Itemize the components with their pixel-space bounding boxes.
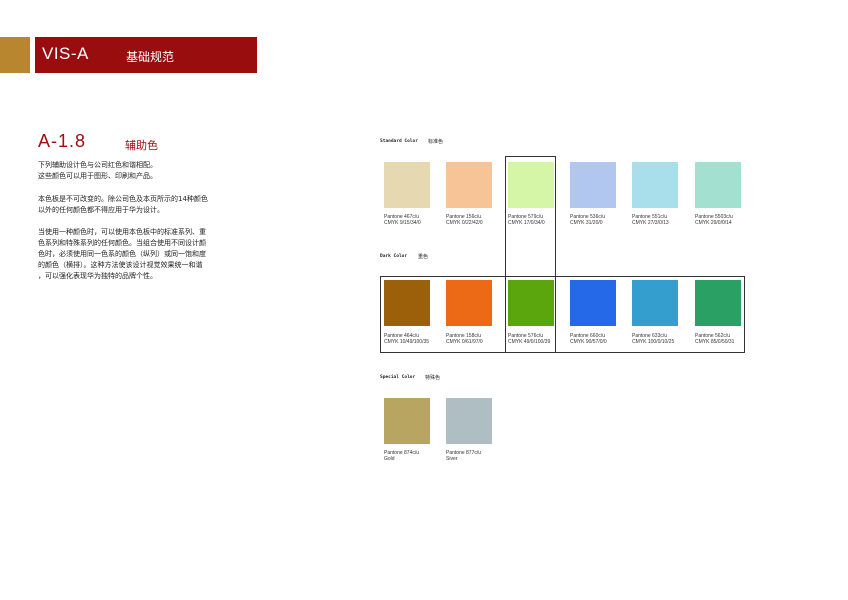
color-spec: CMYK 85/0/50/31 (695, 339, 735, 345)
dark-swatch-1 (384, 280, 430, 326)
standard-swatch-1 (384, 162, 430, 208)
dark-swatch-caption-3: Pantone 576c/u CMYK 49/0/100/39 (508, 333, 550, 345)
header-gold-block (0, 37, 30, 73)
special-swatch-1 (384, 398, 430, 444)
standard-swatch-3 (508, 162, 554, 208)
standard-swatch-caption-4: Pantone 536c/u CMYK 31/20/0 (570, 214, 605, 226)
special-swatch-caption-1: Pantone 874c/u Gold (384, 450, 419, 462)
paragraph-line: 以外的任何颜色都不得应用于华为设计。 (38, 206, 164, 214)
dark-swatch-3 (508, 280, 554, 326)
standard-swatch-4 (570, 162, 616, 208)
color-spec: Siver (446, 456, 458, 462)
color-spec: CMYK 17/0/34/0 (508, 220, 545, 226)
standard-color-label: Standard Color (380, 139, 418, 144)
standard-swatch-5 (632, 162, 678, 208)
standard-swatch-6 (695, 162, 741, 208)
color-spec: CMYK 27/3/0/13 (632, 220, 669, 226)
paragraph-2: 本色板是不可改变的。除公司色及本页所示的14种颜色 以外的任何颜色都不得应用于华… (38, 194, 228, 216)
standard-swatch-caption-3: Pantone 579c/u CMYK 17/0/34/0 (508, 214, 545, 226)
color-spec: CMYK 100/0/10/25 (632, 339, 675, 345)
paragraph-3: 当使用一种颜色时，可以使用本色板中的标准系列、重 色系列和特殊系列的任何颜色。当… (38, 227, 228, 282)
row-highlight-frame (380, 276, 745, 353)
dark-swatch-6 (695, 280, 741, 326)
dark-swatch-4 (570, 280, 616, 326)
section-title: 辅助色 (125, 139, 158, 152)
special-color-label-cn: 特殊色 (425, 375, 441, 381)
standard-swatch-caption-5: Pantone 551c/u CMYK 27/3/0/13 (632, 214, 669, 226)
paragraph-line: 色时，必须使用同一色系的颜色（纵列）或同一饱和度 (38, 250, 206, 258)
color-spec: CMYK 0/22/42/0 (446, 220, 483, 226)
standard-swatch-2 (446, 162, 492, 208)
dark-swatch-2 (446, 280, 492, 326)
standard-color-label-cn: 标准色 (428, 139, 444, 145)
paragraph-line: 当使用一种颜色时，可以使用本色板中的标准系列、重 (38, 228, 206, 236)
paragraph-line: 色系列和特殊系列的任何颜色。当组合使用不同设计颜 (38, 239, 206, 247)
special-swatch-2 (446, 398, 492, 444)
dark-swatch-caption-4: Pantone 660c/u CMYK 90/57/0/0 (570, 333, 607, 345)
color-spec: CMYK 90/57/0/0 (570, 339, 607, 345)
paragraph-line: ，可以强化表现华为独特的品牌个性。 (38, 272, 157, 280)
paragraph-line: 下列辅助设计色与公司红色和谐相配。 (38, 161, 157, 169)
header-code: VIS-A (42, 44, 89, 63)
color-spec: CMYK 9/15/34/0 (384, 220, 421, 226)
color-spec: CMYK 49/0/100/39 (508, 339, 551, 345)
color-spec: CMYK 0/61/97/0 (446, 339, 483, 345)
special-swatch-caption-2: Pantone 877c/u Siver (446, 450, 481, 462)
standard-swatch-caption-1: Pantone 467c/u CMYK 9/15/34/0 (384, 214, 421, 226)
header-title: 基础规范 (126, 50, 175, 64)
dark-color-label: Dark Color (380, 254, 408, 259)
dark-color-label-cn: 重色 (418, 254, 429, 260)
color-spec: Gold (384, 456, 395, 462)
dark-swatch-caption-6: Pantone 562c/u CMYK 85/0/50/31 (695, 333, 734, 345)
dark-swatch-5 (632, 280, 678, 326)
standard-swatch-caption-2: Pantone 156c/u CMYK 0/22/42/0 (446, 214, 483, 226)
paragraph-1: 下列辅助设计色与公司红色和谐相配。 这些颜色可以用于图形、印刷和产品。 (38, 160, 228, 182)
paragraph-line: 的颜色（横排）。这种方法使该设计视觉效果统一和谐 (38, 261, 203, 269)
dark-swatch-caption-2: Pantone 158c/u CMYK 0/61/97/0 (446, 333, 483, 345)
dark-swatch-caption-1: Pantone 464c/u CMYK 10/49/100/35 (384, 333, 429, 345)
section-code: A-1.8 (38, 131, 87, 151)
special-color-label: Special Color (380, 375, 416, 380)
dark-swatch-caption-5: Pantone 633c/u CMYK 100/0/10/25 (632, 333, 674, 345)
paragraph-line: 这些颜色可以用于图形、印刷和产品。 (38, 172, 157, 180)
color-spec: CMYK 31/20/0 (570, 220, 603, 226)
color-spec: CMYK 10/49/100/35 (384, 339, 430, 345)
color-spec: CMYK 29/0/0/14 (695, 220, 732, 226)
paragraph-line: 本色板是不可改变的。除公司色及本页所示的14种颜色 (38, 195, 208, 203)
standard-swatch-caption-6: Pantone 5503c/u CMYK 29/0/0/14 (695, 214, 733, 226)
